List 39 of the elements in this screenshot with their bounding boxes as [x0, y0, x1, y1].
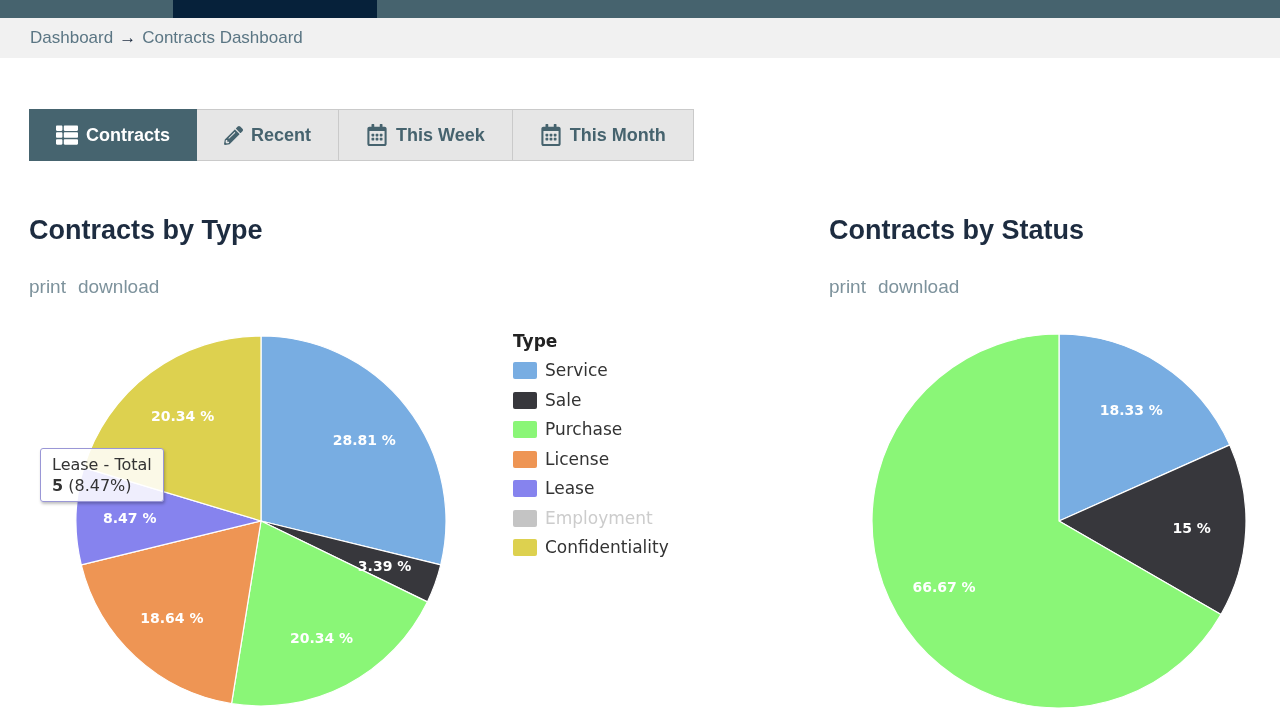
data-label: 18.64 % — [140, 609, 204, 626]
chart-title: Contracts by Status — [829, 214, 1085, 247]
data-label: 20.34 % — [151, 407, 215, 424]
calendar-icon — [366, 124, 389, 146]
data-label: 18.33 % — [1099, 401, 1163, 418]
chart-action-link[interactable]: print — [29, 275, 66, 299]
breadcrumb-link[interactable]: Contracts Dashboard — [142, 25, 303, 51]
tab[interactable]: This Week — [339, 109, 513, 161]
chart-action-link[interactable]: download — [77, 275, 160, 299]
data-label: 3.39 % — [357, 557, 412, 574]
data-label: 66.67 % — [912, 579, 976, 596]
calendar-icon — [539, 124, 562, 146]
pie-slice[interactable] — [1058, 444, 1247, 616]
legend-item[interactable]: License — [513, 444, 610, 474]
tab[interactable]: This Month — [512, 109, 694, 161]
data-label: 28.81 % — [332, 431, 396, 448]
tab[interactable]: Contracts — [29, 109, 197, 161]
pie-slice[interactable] — [1058, 333, 1231, 522]
pencil-icon — [224, 125, 243, 145]
legend-item[interactable]: Purchase — [513, 415, 623, 445]
list-icon — [56, 124, 78, 146]
tooltip-title: Lease - Total — [52, 454, 152, 475]
breadcrumb-link[interactable]: Dashboard — [30, 25, 114, 51]
legend-item[interactable]: Lease — [513, 474, 595, 504]
chart-action-link[interactable]: print — [829, 275, 866, 299]
data-label: 15 % — [1172, 519, 1211, 536]
data-label: 8.47 % — [102, 509, 157, 526]
tab[interactable]: Recent — [197, 109, 340, 161]
chart-action-link[interactable]: download — [877, 275, 960, 299]
legend-item[interactable]: Sale — [513, 385, 582, 415]
breadcrumb-separator: → — [119, 27, 137, 50]
legend-item[interactable]: Confidentiality — [513, 533, 669, 563]
legend-title: Type — [513, 331, 558, 351]
legend-item[interactable]: Service — [513, 356, 608, 386]
chart-title: Contracts by Type — [29, 214, 263, 247]
data-label: 20.34 % — [289, 629, 354, 646]
pie-slice[interactable] — [871, 333, 1222, 709]
pie-slice[interactable] — [230, 520, 428, 707]
tooltip-value: 5 (8.47%) — [52, 475, 133, 496]
